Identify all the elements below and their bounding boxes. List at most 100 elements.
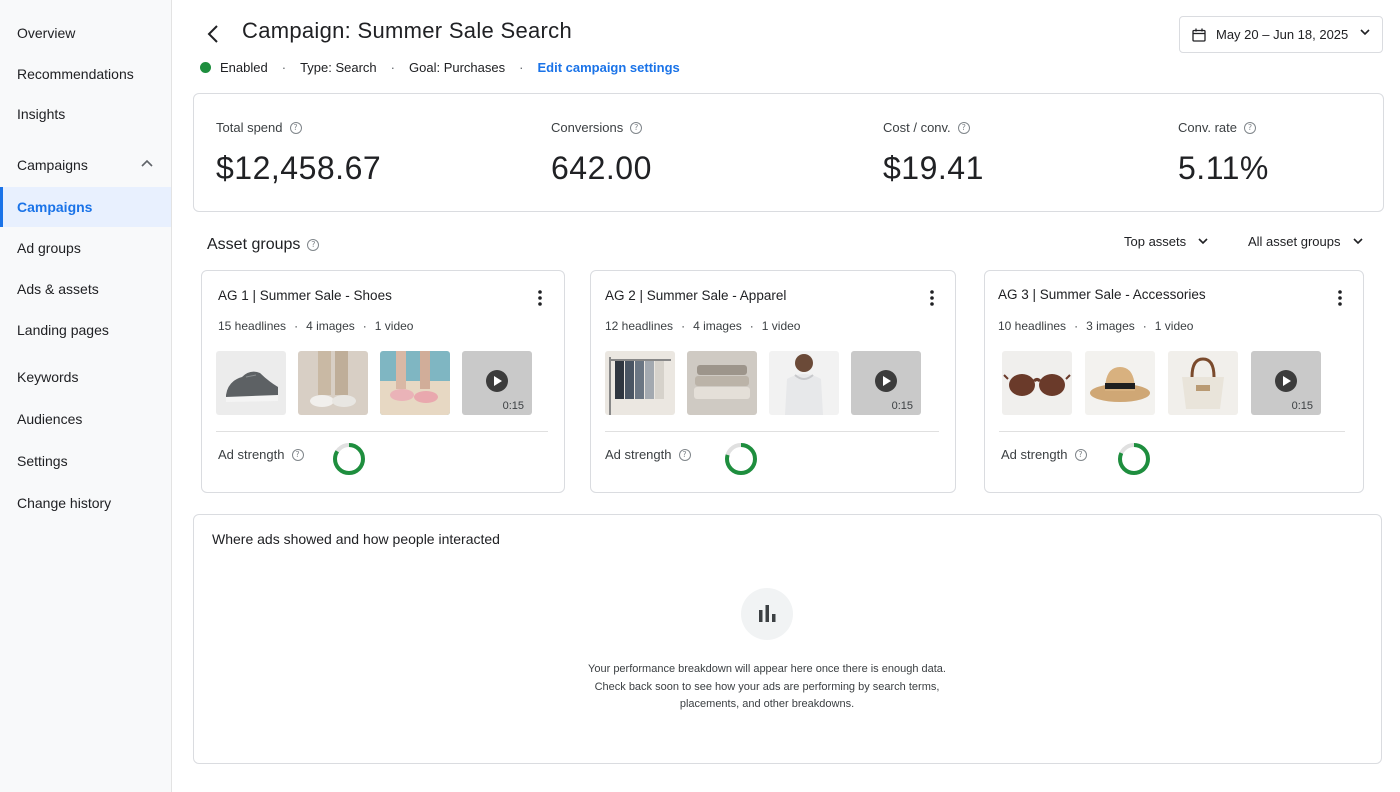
- back-arrow-icon[interactable]: [202, 22, 226, 46]
- sidebar-item-landing-pages[interactable]: Landing pages: [0, 310, 171, 350]
- ad-strength-ring-icon: [333, 443, 365, 475]
- sidebar-item-audiences[interactable]: Audiences: [0, 399, 171, 439]
- more-vert-icon[interactable]: [924, 288, 940, 308]
- asset-counts: 10 headlines · 3 images · 1 video: [998, 319, 1194, 333]
- calendar-icon: [1192, 28, 1206, 42]
- asset-group-name[interactable]: AG 3 | Summer Sale - Accessories: [998, 287, 1206, 302]
- metric-value: 642.00: [551, 150, 652, 186]
- asset-thumbnails: 0:15: [216, 351, 532, 415]
- clothing-rack-image[interactable]: [605, 351, 675, 415]
- legs-sneakers-image[interactable]: [298, 351, 368, 415]
- straw-hat-image[interactable]: [1085, 351, 1155, 415]
- help-icon[interactable]: ?: [630, 121, 643, 134]
- chevron-down-icon: [1198, 238, 1208, 245]
- sidebar-item-change-history[interactable]: Change history: [0, 483, 171, 523]
- video-thumbnail[interactable]: 0:15: [462, 351, 532, 415]
- sidebar-item-label: Settings: [17, 453, 68, 469]
- asset-group-card[interactable]: AG 3 | Summer Sale - Accessories 10 head…: [984, 270, 1364, 493]
- help-icon[interactable]: ?: [1074, 448, 1087, 461]
- headline-count: 10 headlines: [998, 319, 1067, 333]
- metric-label: Total spend: [216, 120, 283, 135]
- video-thumbnail[interactable]: 0:15: [851, 351, 921, 415]
- sidebar-item-label: Keywords: [17, 369, 79, 385]
- folded-knit-image[interactable]: [687, 351, 757, 415]
- sidebar-item-label: Insights: [17, 106, 66, 122]
- asset-groups-heading: Asset groups ?: [207, 236, 320, 254]
- metric-label: Conv. rate: [1178, 120, 1238, 135]
- edit-campaign-settings-link[interactable]: Edit campaign settings: [537, 60, 679, 75]
- more-vert-icon[interactable]: [532, 288, 548, 308]
- ad-strength-label: Ad strength: [218, 447, 285, 462]
- ad-strength-label: Ad strength: [1001, 447, 1068, 462]
- video-count: 1 video: [374, 319, 414, 333]
- help-icon[interactable]: ?: [289, 121, 302, 134]
- sidebar-item-insights[interactable]: Insights: [0, 94, 171, 134]
- help-icon[interactable]: ?: [291, 448, 304, 461]
- metric-label: Cost / conv.: [883, 120, 951, 135]
- asset-thumbnails: 0:15: [1002, 351, 1321, 415]
- where-ads-showed-card: Where ads showed and how people interact…: [193, 514, 1382, 764]
- video-thumbnail[interactable]: 0:15: [1251, 351, 1321, 415]
- image-count: 4 images: [306, 319, 355, 333]
- asset-group-card[interactable]: AG 1 | Summer Sale - Shoes 15 headlines ·…: [201, 270, 565, 493]
- help-icon[interactable]: ?: [307, 239, 320, 251]
- sidebar-item-campaigns[interactable]: Campaigns: [0, 187, 171, 227]
- more-vert-icon[interactable]: [1332, 288, 1348, 308]
- asset-thumbnails: 0:15: [605, 351, 921, 415]
- sidebar-item-ads-assets[interactable]: Ads & assets: [0, 269, 171, 309]
- all-asset-groups-dropdown[interactable]: All asset groups: [1248, 234, 1363, 249]
- asset-counts: 12 headlines · 4 images · 1 video: [605, 319, 801, 333]
- help-icon[interactable]: ?: [678, 448, 691, 461]
- beach-sneakers-image[interactable]: [380, 351, 450, 415]
- sidebar-item-label: Audiences: [17, 411, 83, 427]
- sidebar-item-settings[interactable]: Settings: [0, 441, 171, 481]
- date-range-text: May 20 – Jun 18, 2025: [1216, 27, 1349, 42]
- help-icon[interactable]: ?: [957, 121, 970, 134]
- ad-strength-label: Ad strength: [605, 447, 672, 462]
- sneaker-image[interactable]: [216, 351, 286, 415]
- sidebar-item-keywords[interactable]: Keywords: [0, 357, 171, 397]
- metric-value: $12,458.67: [216, 150, 382, 186]
- ad-strength: Ad strength?: [1001, 447, 1087, 462]
- campaign-meta: Enabled · Type: Search · Goal: Purchases…: [200, 58, 680, 76]
- asset-group-name[interactable]: AG 1 | Summer Sale - Shoes: [218, 288, 392, 303]
- headline-count: 12 headlines: [605, 319, 674, 333]
- image-count: 4 images: [693, 319, 742, 333]
- ad-strength: Ad strength?: [605, 447, 691, 462]
- sidebar-item-recommendations[interactable]: Recommendations: [0, 54, 171, 94]
- ad-strength-ring-icon: [1118, 443, 1150, 475]
- date-range-button[interactable]: May 20 – Jun 18, 2025: [1179, 16, 1383, 53]
- sidebar: Overview Recommendations Insights Campai…: [0, 0, 172, 792]
- empty-state-message: Your performance breakdown will appear h…: [588, 663, 946, 710]
- campaign-goal: Goal: Purchases: [409, 59, 506, 75]
- chevron-down-icon: [1360, 29, 1370, 36]
- campaign-type: Type: Search: [300, 59, 377, 75]
- sidebar-item-label: Overview: [17, 25, 76, 41]
- sunglasses-image[interactable]: [1002, 351, 1072, 415]
- sidebar-section-campaigns[interactable]: Campaigns: [0, 145, 171, 185]
- help-icon[interactable]: ?: [1244, 121, 1257, 134]
- tote-bag-image[interactable]: [1168, 351, 1238, 415]
- top-assets-dropdown[interactable]: Top assets: [1124, 234, 1208, 249]
- sidebar-item-overview[interactable]: Overview: [0, 13, 171, 53]
- video-count: 1 video: [1154, 319, 1194, 333]
- sidebar-item-label: Campaigns: [17, 199, 93, 215]
- ad-strength-ring-icon: [725, 443, 757, 475]
- bar-chart-icon: [741, 588, 793, 640]
- hoodie-image[interactable]: [769, 351, 839, 415]
- chevron-down-icon: [1352, 238, 1363, 245]
- ad-strength: Ad strength?: [218, 447, 304, 462]
- metrics-card: Total spend? $12,458.67 Conversions? 642…: [193, 93, 1384, 212]
- play-icon: [1275, 370, 1297, 392]
- asset-group-card[interactable]: AG 2 | Summer Sale - Apparel 12 headline…: [590, 270, 956, 493]
- sidebar-item-ad-groups[interactable]: Ad groups: [0, 228, 171, 268]
- top-assets-label: Top assets: [1124, 234, 1187, 249]
- page-title: Campaign: Summer Sale Search: [242, 18, 572, 43]
- sidebar-section-label: Campaigns: [17, 157, 88, 173]
- metric-label: Conversions: [551, 120, 624, 135]
- asset-group-name[interactable]: AG 2 | Summer Sale - Apparel: [605, 288, 786, 303]
- metric-value: $19.41: [883, 150, 984, 186]
- sidebar-item-label: Recommendations: [17, 66, 134, 82]
- chevron-up-icon: [141, 159, 153, 167]
- video-duration: 0:15: [1291, 400, 1313, 412]
